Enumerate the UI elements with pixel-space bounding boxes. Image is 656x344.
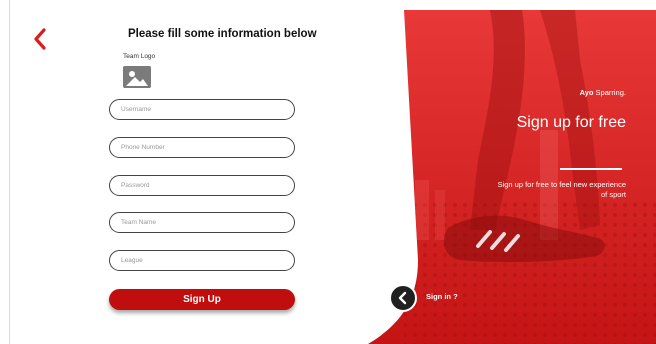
chevron-left-icon [398,291,407,305]
sign-in-button[interactable] [389,284,417,312]
signup-page: Please fill some information below Team … [0,0,656,344]
brand-name: Ayo Sparring. [579,88,626,97]
hero-heading: Sign up for free [516,114,626,131]
sign-in-link[interactable]: Sign in ? [426,292,458,301]
hero-subheading: Sign up for free to feel new experience … [497,180,626,199]
hero-divider [560,168,622,170]
